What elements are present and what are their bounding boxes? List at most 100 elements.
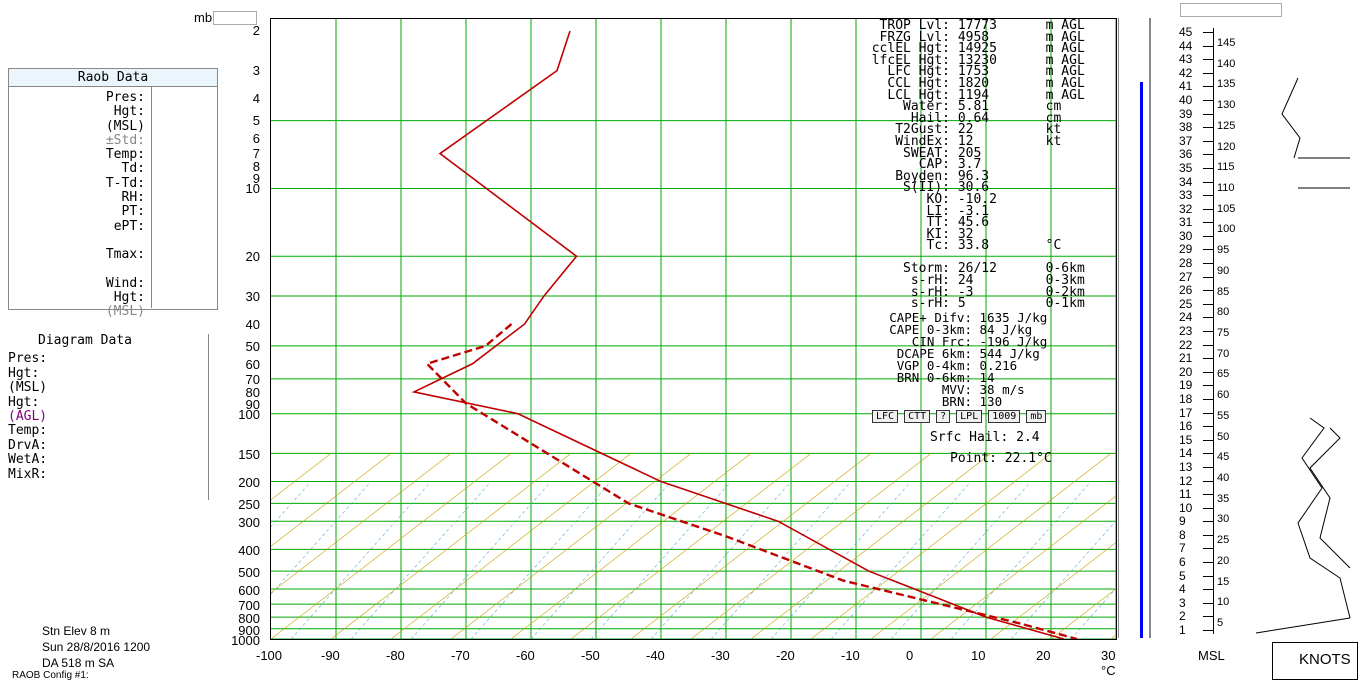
height-tick (1203, 86, 1213, 88)
point-value: 22.1°C (1004, 451, 1052, 466)
wet-adiabat (770, 481, 912, 639)
wind-trace-lower-2 (1309, 427, 1351, 569)
height-km-label: 35 (1179, 160, 1193, 175)
station-date: Sun 28/8/2016 1200 (42, 640, 151, 654)
height-km-label: 33 (1179, 188, 1193, 203)
knots-box[interactable]: KNOTS (1272, 642, 1358, 680)
wind-barb-column (1250, 18, 1356, 638)
height-tick (1203, 466, 1213, 468)
param-unit: 0-1km (1045, 296, 1085, 312)
da-value: 518 (61, 656, 82, 670)
height-km-label: 1 (1179, 623, 1186, 637)
buoyancy-table: CAPE+ Difv: 1635 J/kg CAPE 0-3km: 84 J/kg… (872, 311, 1092, 409)
wet-adiabat (830, 481, 972, 639)
height-km-label: 29 (1179, 242, 1193, 257)
height-km-label: 45 (1179, 25, 1193, 39)
height-kft-label: 95 (1217, 244, 1230, 257)
height-kft-label: 145 (1217, 37, 1236, 49)
height-km-label: 44 (1179, 38, 1193, 53)
height-tick (1203, 494, 1213, 496)
height-tick (1203, 222, 1213, 224)
pressure-label: 600 (238, 582, 260, 598)
height-km-label: 24 (1179, 310, 1193, 325)
height-kft-label: 125 (1217, 119, 1236, 132)
wet-adiabat (650, 481, 792, 639)
height-kft-label: 25 (1217, 534, 1230, 547)
height-km-label: 14 (1179, 446, 1193, 461)
wet-adiabat (890, 481, 1032, 639)
height-tick (1203, 127, 1213, 129)
option-button[interactable]: ? (936, 410, 951, 423)
temperature-tick-label: -100 (256, 648, 283, 663)
height-tick (1203, 426, 1213, 428)
height-tick (1203, 263, 1213, 265)
height-tick (1203, 208, 1213, 210)
height-kft-label: 85 (1217, 285, 1230, 298)
height-tick (1203, 249, 1213, 251)
pressure-label: 4 (252, 91, 260, 107)
height-km-label: 39 (1179, 106, 1193, 121)
option-button[interactable]: 1009 (988, 410, 1021, 423)
height-km-label: 19 (1179, 378, 1193, 393)
wet-adiabat (350, 481, 492, 639)
height-tick (1203, 99, 1213, 101)
height-tick (1203, 235, 1213, 237)
height-kft-label: 100 (1217, 223, 1236, 236)
height-tick (1203, 507, 1213, 509)
height-km-label: 10 (1179, 500, 1193, 515)
height-kft-label: 130 (1217, 99, 1236, 112)
pressure-label: 2 (252, 23, 260, 38)
height-tick (1203, 480, 1213, 482)
height-km-label: 18 (1179, 391, 1193, 406)
option-button[interactable]: CTT (904, 410, 931, 423)
wind-barbs-svg (1255, 77, 1351, 634)
height-tick (1203, 385, 1213, 387)
height-km-label: 43 (1179, 52, 1193, 67)
param-row: Tc: 33.8 °C (844, 238, 1094, 254)
temperature-tick-label: -10 (841, 648, 860, 663)
wet-adiabat (271, 481, 312, 527)
height-tick (1203, 140, 1213, 142)
option-button[interactable]: LFC (872, 410, 899, 423)
height-kft-label: 45 (1217, 451, 1230, 464)
height-kft-label: 105 (1217, 202, 1236, 215)
param-label: Tc: (926, 238, 950, 254)
pressure-label: 50 (245, 338, 260, 354)
height-km-label: 38 (1179, 120, 1193, 135)
option-button[interactable]: mb (1026, 410, 1047, 423)
height-km-label: 34 (1179, 174, 1193, 189)
pressure-label: 60 (245, 356, 260, 372)
height-km-label: 7 (1179, 541, 1186, 556)
srfc-hail-value: 2.4 (1016, 430, 1040, 445)
height-tick (1203, 331, 1213, 332)
height-km-label: 25 (1179, 296, 1193, 311)
temperature-tick-label: 20 (1036, 648, 1051, 663)
height-kft-label: 75 (1217, 327, 1230, 339)
height-kft-label: 5 (1217, 617, 1224, 629)
pressure-axis: 2 3 4 5 6 7 8 9 10 20 30 40 50 60 70 80 90 100 150 200 250 30… (0, 0, 270, 685)
height-km-label: 37 (1179, 133, 1193, 148)
raob-config: RAOB Config #1: (12, 670, 89, 681)
top-right-box[interactable] (1180, 3, 1282, 17)
height-tick (1203, 398, 1213, 400)
pressure-label: 150 (238, 446, 260, 462)
height-km-label: 30 (1179, 228, 1193, 243)
param-unit: °C (1045, 238, 1062, 254)
param-label: s-rH: (910, 296, 950, 312)
buoyancy-value: 130 (979, 394, 1003, 409)
param-value: 33.8 (957, 238, 990, 254)
height-tick (1203, 303, 1213, 305)
option-button[interactable]: LPL (956, 410, 983, 423)
height-tick (1203, 317, 1213, 319)
height-km-label: 11 (1179, 487, 1192, 502)
height-km-label: 41 (1179, 79, 1193, 94)
height-tick (1203, 521, 1213, 523)
temperature-tick-label: 0 (906, 648, 914, 663)
temperature-axis: -100 -90 -80 -70 -60 -50 -40 -30 -20 -10 0 10 20 30 °… (255, 648, 1116, 678)
height-bar-outline (1118, 18, 1150, 638)
height-tick (1203, 45, 1213, 47)
msl-label: MSL (1198, 648, 1225, 663)
height-km-label: 9 (1179, 514, 1186, 529)
pressure-label: 400 (238, 543, 260, 559)
height-tick (1203, 562, 1213, 564)
